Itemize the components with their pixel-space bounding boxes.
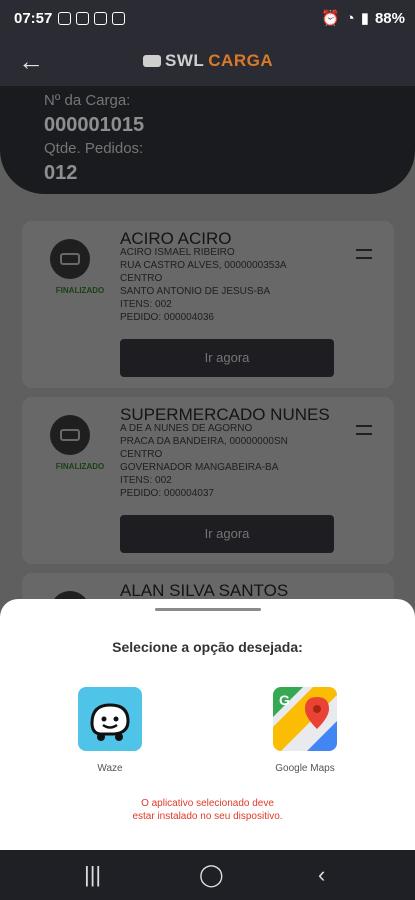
google-maps-label[interactable]: Google Maps	[265, 763, 345, 774]
items-line: ITENS: 002	[120, 299, 172, 310]
delivery-card[interactable]: FINALIZADO ACIRO ACIRO ACIRO ISMAEL RIBE…	[22, 221, 394, 388]
delivery-status-icon	[50, 415, 90, 455]
google-maps-icon[interactable]: G	[273, 687, 337, 751]
brand-logo: SWL CARGA	[143, 51, 273, 71]
delivery-card[interactable]: FINALIZADO SUPERMERCADO NUNES A DE A NUN…	[22, 397, 394, 564]
recent-apps-icon[interactable]: |||	[84, 862, 101, 888]
alarm-icon: ⏰	[320, 10, 340, 27]
drag-handle-icon[interactable]	[356, 425, 372, 435]
system-nav-bar: ||| ◯ ‹	[0, 850, 415, 900]
carga-number: 000001015	[44, 114, 145, 136]
home-icon[interactable]: ◯	[199, 862, 224, 888]
wifi-icon: ◔	[345, 9, 355, 27]
signal-icon: ▮	[360, 10, 369, 27]
carga-label: Nº da Carga:	[44, 92, 131, 109]
whatsapp-icon	[58, 11, 72, 25]
customer-name: ACIRO ACIRO	[120, 229, 232, 248]
customer-name: ALAN SILVA SANTOS	[120, 581, 289, 600]
pedidos-count: 012	[44, 162, 78, 184]
notification-icons	[58, 11, 126, 25]
navigation-app-sheet: Selecione a opção desejada: Waze G Googl…	[0, 599, 415, 850]
app-bar: ← SWL CARGA	[0, 36, 415, 86]
items-line: ITENS: 002	[120, 475, 172, 486]
status-badge: FINALIZADO	[55, 462, 105, 471]
district-line: CENTRO	[120, 449, 163, 460]
order-line: PEDIDO: 000004036	[120, 312, 214, 323]
battery-level: 88%	[374, 9, 405, 27]
install-warning: O aplicativo selecionado deve estar inst…	[0, 797, 415, 823]
warning-line: O aplicativo selecionado deve	[141, 798, 274, 809]
status-bar: 07:57 ⏰ ◔ ▮ 88%	[0, 0, 415, 36]
district-line: CENTRO	[120, 273, 163, 284]
contact-name: A DE A NUNES DE AGORNO	[120, 423, 253, 434]
system-icons: ⏰ ◔ ▮ 88%	[321, 0, 405, 36]
sheet-title: Selecione a opção desejada:	[112, 639, 303, 655]
customer-name: SUPERMERCADO NUNES	[120, 405, 330, 424]
youtube-icon	[76, 11, 90, 25]
svg-text:G: G	[279, 692, 290, 708]
city-line: GOVERNADOR MANGABEIRA-BA	[120, 462, 279, 473]
status-badge: FINALIZADO	[55, 286, 105, 295]
drag-handle-icon[interactable]	[356, 249, 372, 259]
pedidos-label: Qtde. Pedidos:	[44, 140, 144, 157]
delivery-status-icon	[50, 239, 90, 279]
city-line: SANTO ANTONIO DE JESUS-BA	[120, 286, 271, 297]
address-line: RUA CASTRO ALVES, 0000000353A	[120, 260, 287, 271]
sheet-handle[interactable]	[155, 608, 261, 611]
clock: 07:57	[14, 9, 53, 27]
waze-icon[interactable]	[78, 687, 142, 751]
app-notification-icon	[94, 11, 108, 25]
back-icon[interactable]: ‹	[318, 862, 325, 888]
go-now-button[interactable]: Ir agora	[120, 339, 334, 377]
gallery-icon	[112, 11, 126, 25]
contact-name: ACIRO ISMAEL RIBEIRO	[120, 247, 235, 258]
address-line: PRACA DA BANDEIRA, 00000000SN	[120, 436, 288, 447]
waze-label[interactable]: Waze	[78, 763, 142, 774]
load-summary: Nº da Carga: 000001015 Qtde. Pedidos: 01…	[0, 86, 415, 194]
go-now-button[interactable]: Ir agora	[120, 515, 334, 553]
truck-icon	[143, 55, 161, 67]
order-line: PEDIDO: 000004037	[120, 488, 214, 499]
back-arrow-icon[interactable]: ←	[18, 46, 48, 76]
warning-line: estar instalado no seu dispositivo.	[132, 811, 283, 822]
